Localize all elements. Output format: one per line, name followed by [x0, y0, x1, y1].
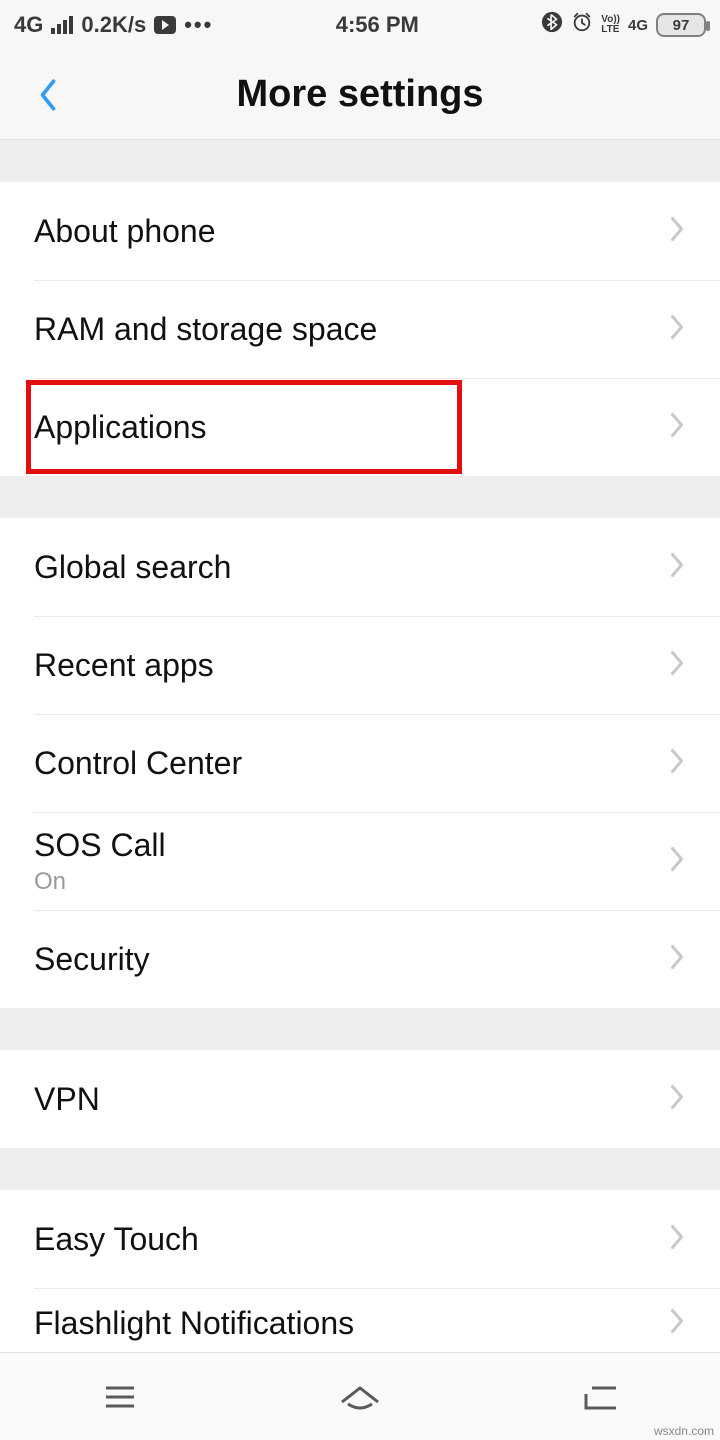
row-label: About phone	[34, 213, 216, 250]
nav-recent-button[interactable]	[92, 1377, 148, 1417]
chevron-right-icon	[668, 648, 686, 683]
page-title: More settings	[0, 73, 720, 116]
settings-section-3: VPN	[0, 1050, 720, 1148]
network-right-label: 4G	[628, 17, 648, 34]
bluetooth-icon	[541, 11, 563, 39]
row-label: SOS Call	[34, 827, 166, 864]
notification-app-icon	[154, 16, 176, 34]
row-label: VPN	[34, 1081, 100, 1118]
chevron-right-icon	[668, 214, 686, 249]
row-about-phone[interactable]: About phone	[0, 182, 720, 280]
watermark: wsxdn.com	[654, 1424, 714, 1438]
row-label: Applications	[34, 409, 207, 446]
volte-icon: Vo)) LTE	[601, 15, 620, 35]
signal-icon	[51, 16, 73, 34]
chevron-left-icon	[37, 78, 59, 112]
chevron-right-icon	[668, 1082, 686, 1117]
row-ram-storage[interactable]: RAM and storage space	[0, 280, 720, 378]
row-vpn[interactable]: VPN	[0, 1050, 720, 1148]
row-label: RAM and storage space	[34, 311, 377, 348]
chevron-right-icon	[668, 410, 686, 445]
row-label: Security	[34, 941, 150, 978]
data-rate-label: 0.2K/s	[81, 12, 146, 38]
alarm-icon	[571, 11, 593, 39]
back-button[interactable]	[28, 75, 68, 115]
nav-home-button[interactable]	[332, 1377, 388, 1417]
chevron-right-icon	[668, 942, 686, 977]
app-header: More settings	[0, 50, 720, 140]
status-right: Vo)) LTE 4G 97	[541, 11, 706, 39]
row-label: Control Center	[34, 745, 242, 782]
row-easy-touch[interactable]: Easy Touch	[0, 1190, 720, 1288]
row-sos-call[interactable]: SOS Call On	[0, 812, 720, 910]
row-sublabel: On	[34, 868, 166, 896]
row-label: Flashlight Notifications	[34, 1305, 354, 1342]
row-recent-apps[interactable]: Recent apps	[0, 616, 720, 714]
more-notifications-icon: •••	[184, 12, 213, 38]
row-label: Global search	[34, 549, 231, 586]
chevron-right-icon	[668, 1306, 686, 1341]
chevron-right-icon	[668, 844, 686, 879]
back-icon	[578, 1382, 622, 1412]
row-label: Easy Touch	[34, 1221, 199, 1258]
status-time: 4:56 PM	[213, 12, 541, 38]
chevron-right-icon	[668, 312, 686, 347]
row-control-center[interactable]: Control Center	[0, 714, 720, 812]
row-label: Recent apps	[34, 647, 214, 684]
battery-icon: 97	[656, 13, 706, 37]
chevron-right-icon	[668, 746, 686, 781]
home-icon	[336, 1382, 384, 1412]
menu-icon	[100, 1382, 140, 1412]
status-left: 4G 0.2K/s •••	[14, 12, 213, 38]
navigation-bar	[0, 1352, 720, 1440]
settings-section-1: About phone RAM and storage space Applic…	[0, 182, 720, 476]
row-security[interactable]: Security	[0, 910, 720, 1008]
settings-section-4: Easy Touch Flashlight Notifications	[0, 1190, 720, 1358]
settings-section-2: Global search Recent apps Control Center…	[0, 518, 720, 1008]
chevron-right-icon	[668, 550, 686, 585]
network-type-label: 4G	[14, 12, 43, 38]
row-flashlight-notifications[interactable]: Flashlight Notifications	[0, 1288, 720, 1358]
row-applications[interactable]: Applications	[0, 378, 720, 476]
row-global-search[interactable]: Global search	[0, 518, 720, 616]
nav-back-button[interactable]	[572, 1377, 628, 1417]
status-bar: 4G 0.2K/s ••• 4:56 PM Vo)) LTE 4G 97	[0, 0, 720, 50]
chevron-right-icon	[668, 1222, 686, 1257]
